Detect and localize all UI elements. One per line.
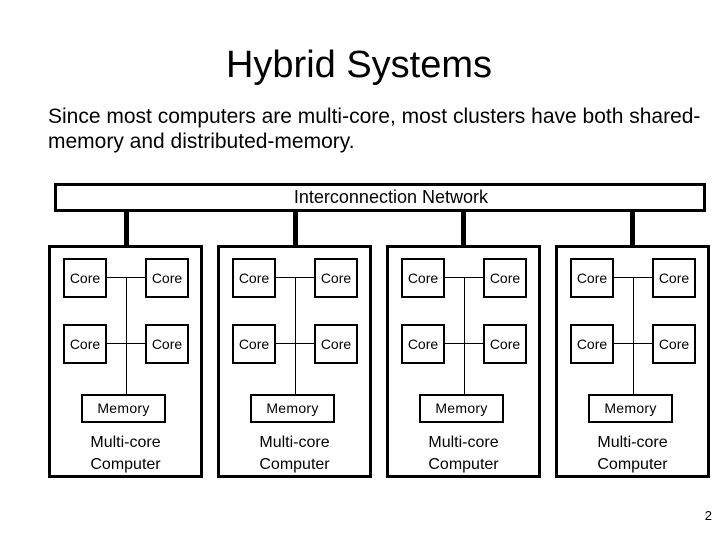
core: Core [314,258,358,298]
computer-label-line2: Computer [90,456,161,473]
core: Core [145,258,189,298]
computer-label-line2: Computer [259,456,330,473]
core: Core [401,258,445,298]
interconnection-network: Interconnection Network [54,183,706,212]
computer-label-line1: Multi-core [428,434,499,451]
core: Core [483,258,527,298]
multicore-computer: Core Core Core Core Memory Multi-core Co… [555,245,710,478]
core: Core [652,258,696,298]
computer-label: Multi-core Computer [51,432,200,476]
network-link [630,209,635,246]
computer-label: Multi-core Computer [389,432,538,476]
core-bus [107,343,145,344]
network-link [293,209,298,246]
multicore-computer: Core Core Core Core Memory Multi-core Co… [48,245,203,478]
core: Core [652,324,696,364]
core: Core [232,324,276,364]
core-bus [107,277,145,278]
multicore-computer: Core Core Core Core Memory Multi-core Co… [386,245,541,478]
core: Core [483,324,527,364]
computer-label-line1: Multi-core [90,434,161,451]
core: Core [570,324,614,364]
computer-label: Multi-core Computer [558,432,707,476]
core-bus [445,277,483,278]
computer-label-line1: Multi-core [259,434,330,451]
memory-bus [633,278,634,394]
core-bus [614,277,652,278]
multicore-computer: Core Core Core Core Memory Multi-core Co… [217,245,372,478]
computer-label: Multi-core Computer [220,432,369,476]
computer-label-line2: Computer [597,456,668,473]
memory: Memory [588,394,673,423]
core: Core [401,324,445,364]
core-bus [276,343,314,344]
core-bus [614,343,652,344]
memory-bus [126,278,127,394]
core-bus [276,277,314,278]
network-link [124,209,129,246]
network-label: Interconnection Network [293,187,488,207]
memory: Memory [250,394,335,423]
computer-label-line1: Multi-core [597,434,668,451]
core: Core [63,258,107,298]
core-bus [445,343,483,344]
slide-subtitle: Since most computers are multi-core, mos… [48,105,701,153]
core: Core [145,324,189,364]
slide-title: Hybrid Systems [225,44,493,86]
computer-label-line2: Computer [428,456,499,473]
memory-bus [464,278,465,394]
memory-bus [295,278,296,394]
core: Core [63,324,107,364]
network-link [461,209,466,246]
memory: Memory [419,394,504,423]
memory: Memory [81,394,166,423]
page-number: 2 [704,508,712,523]
core: Core [314,324,358,364]
core: Core [232,258,276,298]
core: Core [570,258,614,298]
